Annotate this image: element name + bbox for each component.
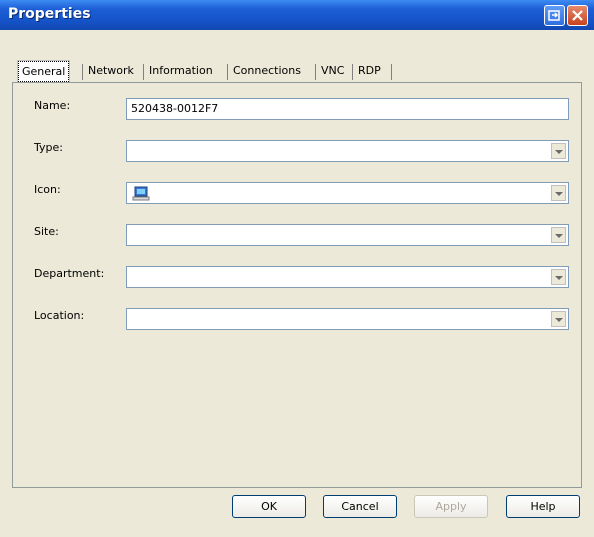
tab-general[interactable]: General — [16, 60, 71, 83]
tab-connections[interactable]: Connections — [230, 62, 304, 81]
tab-information[interactable]: Information — [146, 62, 216, 81]
name-label: Name: — [34, 99, 71, 112]
tab-vnc[interactable]: VNC — [318, 62, 347, 81]
tab-rdp[interactable]: RDP — [355, 62, 384, 81]
site-dropdown[interactable] — [126, 224, 569, 246]
type-label: Type: — [34, 141, 63, 154]
chevron-down-icon[interactable] — [551, 269, 566, 285]
help-button[interactable]: Help — [506, 495, 580, 518]
site-label: Site: — [34, 225, 59, 238]
department-dropdown[interactable] — [126, 266, 569, 288]
title-bar[interactable]: Properties — [0, 0, 594, 30]
icon-label: Icon: — [34, 183, 61, 196]
chevron-down-icon[interactable] — [551, 143, 566, 159]
chevron-down-icon[interactable] — [551, 311, 566, 327]
name-field[interactable]: 520438-0012F7 — [126, 98, 569, 120]
location-label: Location: — [34, 309, 85, 322]
department-label: Department: — [34, 267, 105, 280]
ok-button[interactable]: OK — [232, 495, 306, 518]
properties-dialog: Properties General Network Information C… — [0, 0, 594, 537]
tab-separator — [391, 64, 392, 80]
icon-dropdown[interactable] — [126, 182, 569, 204]
chevron-down-icon[interactable] — [551, 227, 566, 243]
tab-separator — [352, 64, 353, 80]
window-title: Properties — [8, 6, 91, 22]
restore-button[interactable] — [544, 5, 565, 26]
type-dropdown[interactable] — [126, 140, 569, 162]
tab-network[interactable]: Network — [85, 62, 137, 81]
tab-separator — [315, 64, 316, 80]
restore-icon — [548, 10, 560, 21]
tab-separator — [227, 64, 228, 80]
computer-icon — [132, 186, 150, 201]
close-button[interactable] — [567, 5, 588, 26]
tab-separator — [143, 64, 144, 80]
tab-separator — [82, 64, 83, 80]
apply-button[interactable]: Apply — [414, 495, 488, 518]
chevron-down-icon[interactable] — [551, 185, 566, 201]
location-dropdown[interactable] — [126, 308, 569, 330]
name-value: 520438-0012F7 — [131, 102, 219, 115]
close-icon — [572, 10, 583, 21]
cancel-button[interactable]: Cancel — [323, 495, 397, 518]
